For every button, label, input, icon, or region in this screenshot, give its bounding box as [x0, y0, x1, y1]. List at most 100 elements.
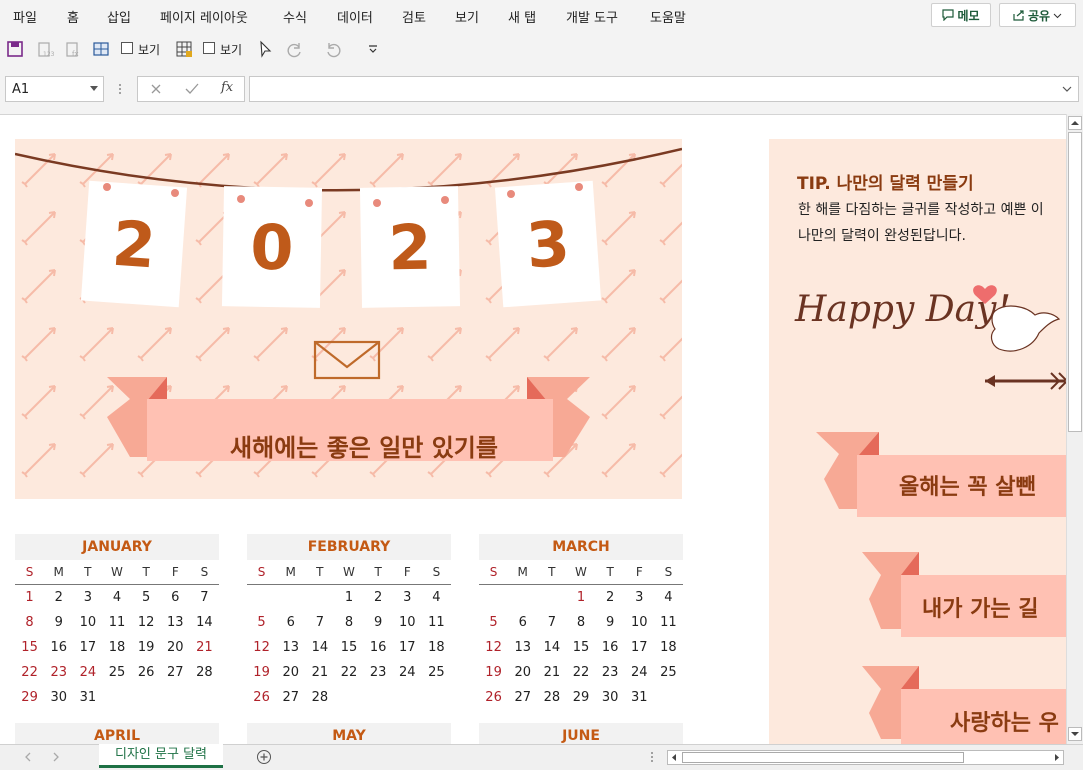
horizontal-scroll-thumb[interactable] — [682, 752, 964, 763]
calendar-day: 2 — [605, 590, 615, 605]
share-button[interactable]: 공유 — [999, 3, 1076, 27]
view-checkbox-2[interactable] — [203, 42, 215, 54]
week-row: 12 13 14 15 16 17 18 — [479, 635, 683, 660]
weekday: T — [142, 565, 150, 579]
calendar-day: 7 — [547, 615, 556, 630]
calendar-day: 14 — [543, 640, 561, 655]
menu-developer[interactable]: 개발 도구 — [566, 7, 618, 26]
month-february: FEBRUARY S M T W T F S 1 2 3 4 5 6 7 8 9 10 11 12 13… — [247, 534, 451, 710]
week-row: 22 23 24 25 26 27 28 — [15, 660, 219, 685]
scroll-left-icon[interactable] — [669, 752, 680, 763]
calendar-day: 24 — [631, 665, 648, 680]
tip-decorations — [816, 285, 1066, 745]
enter-icon[interactable] — [185, 83, 199, 95]
calendar-day: 1 — [576, 590, 586, 605]
undo-icon[interactable] — [325, 40, 343, 58]
cancel-icon[interactable] — [150, 83, 162, 95]
week-row: 1 2 3 4 — [247, 585, 451, 610]
calendar-day — [161, 685, 190, 710]
menu-file[interactable]: 파일 — [13, 7, 37, 26]
worksheet[interactable]: 2 0 2 3 새해에는 좋은 일만 있기를 JANUARY S M T W T… — [0, 114, 1066, 745]
tab-scroll-left-icon[interactable] — [24, 752, 32, 762]
calendar-day: 16 — [50, 640, 67, 655]
tip-panel: TIP. 나만의 달력 만들기 한 해를 다짐하는 글귀를 작성하고 예쁜 이 … — [769, 139, 1066, 745]
save-icon[interactable] — [6, 40, 24, 58]
tab-scroll-right-icon[interactable] — [52, 752, 60, 762]
month-title: APRIL — [15, 723, 219, 745]
calendar-day: 28 — [543, 690, 561, 705]
customize-toolbar-icon[interactable] — [364, 40, 382, 58]
more-options-icon[interactable] — [650, 751, 654, 763]
menu-new-tab[interactable]: 새 탭 — [508, 7, 536, 26]
calendar-day: 14 — [311, 640, 329, 655]
weekday: S — [200, 565, 209, 579]
weekday: M — [517, 565, 528, 579]
formula-input[interactable] — [249, 76, 1079, 102]
calendar-day: 4 — [112, 590, 122, 605]
scroll-right-icon[interactable] — [1051, 752, 1062, 763]
banner-ribbon-text: 새해에는 좋은 일만 있기를 — [230, 433, 498, 462]
week-row: 15 16 17 18 19 20 21 — [15, 635, 219, 660]
paste-formulas-icon[interactable]: fx — [64, 40, 82, 58]
heart-icon — [973, 285, 997, 304]
week-row: 8 9 10 11 12 13 14 — [15, 610, 219, 635]
weekday: S — [664, 565, 673, 579]
calendar-day: 10 — [631, 615, 648, 630]
insert-function-icon[interactable]: fx — [221, 80, 233, 95]
calendar-day: 5 — [489, 615, 498, 630]
calendar-day — [393, 685, 422, 710]
paste-values-icon[interactable]: 123 — [36, 40, 54, 58]
menu-view[interactable]: 보기 — [455, 7, 479, 26]
name-box[interactable]: A1 — [5, 76, 104, 102]
menu-review[interactable]: 검토 — [402, 7, 426, 26]
memo-button[interactable]: 메모 — [931, 3, 991, 27]
calendar-day: 4 — [664, 590, 673, 605]
month-january: JANUARY S M T W T F S 1 2 3 4 5 6 7 8 9 10 11 12 13 1… — [15, 534, 219, 710]
add-sheet-icon[interactable] — [256, 749, 272, 765]
scroll-up-icon[interactable] — [1068, 116, 1082, 130]
weekday: T — [548, 565, 556, 579]
chevron-down-icon[interactable] — [90, 86, 98, 92]
calendar-day: 18 — [108, 640, 126, 655]
calendar-day — [276, 585, 305, 610]
redo-icon[interactable] — [285, 40, 303, 58]
calendar-day: 8 — [576, 615, 586, 630]
calendar-day: 15 — [21, 640, 38, 655]
week-row: 5 6 7 8 9 10 11 — [247, 610, 451, 635]
calendar-day: 2 — [54, 590, 63, 605]
weekday: T — [316, 565, 324, 579]
menu-help[interactable]: 도움말 — [650, 7, 686, 26]
menu-page-layout[interactable]: 페이지 레이아웃 — [160, 7, 248, 26]
calendar-day: 10 — [79, 615, 97, 630]
calendar-day: 27 — [282, 690, 299, 705]
week-row: 29 30 31 — [15, 685, 219, 710]
calendar-day: 23 — [601, 665, 619, 680]
svg-text:123: 123 — [43, 51, 54, 58]
gridlines-icon[interactable] — [175, 40, 193, 58]
calendar-day: 15 — [340, 640, 358, 655]
calendar-day: 5 — [141, 590, 151, 605]
sheet-tab-design-calendar[interactable]: 디자인 문구 달력 — [99, 744, 223, 768]
vertical-scroll-thumb[interactable] — [1068, 132, 1082, 432]
calendar-day: 1 — [344, 590, 354, 605]
more-options-icon[interactable] — [118, 82, 122, 96]
expand-formula-icon[interactable] — [1062, 86, 1072, 93]
calendar-day: 8 — [344, 615, 354, 630]
view-checkbox-1[interactable] — [121, 42, 133, 54]
menu-data[interactable]: 데이터 — [337, 7, 373, 26]
vertical-scrollbar[interactable] — [1066, 114, 1083, 745]
select-range-icon[interactable] — [92, 40, 110, 58]
cursor-select-icon[interactable] — [257, 40, 275, 58]
calendar-day: 26 — [253, 690, 270, 705]
horizontal-scrollbar[interactable] — [667, 750, 1064, 765]
calendar-day — [334, 685, 363, 710]
menu-insert[interactable]: 삽입 — [107, 7, 131, 26]
calendar-day: 1 — [25, 590, 34, 605]
scroll-down-icon[interactable] — [1068, 727, 1082, 741]
calendar-day: 12 — [137, 615, 155, 630]
menu-formulas[interactable]: 수식 — [283, 7, 307, 26]
menu-home[interactable]: 홈 — [67, 7, 79, 26]
weekday: S — [432, 565, 441, 579]
calendar-day: 2 — [373, 590, 383, 605]
calendar-day: 14 — [196, 615, 213, 630]
